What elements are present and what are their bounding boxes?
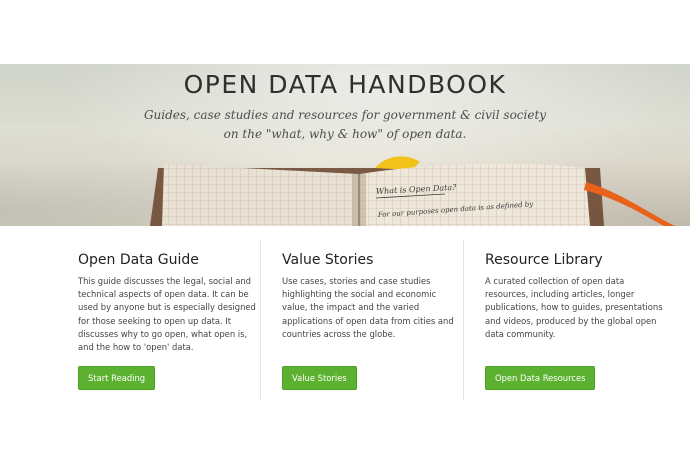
value-stories-card: Value Stories Use cases, stories and cas… [282, 240, 462, 400]
hero-subtitle: Guides, case studies and resources for g… [120, 106, 570, 144]
open-data-resources-button[interactable]: Open Data Resources [485, 366, 596, 390]
hero-banner: What is Open Data? For our purposes open… [0, 64, 690, 226]
hero-subtitle-line-2: on the "what, why & how" of open data. [223, 127, 467, 141]
card-description: Use cases, stories and case studies high… [282, 276, 454, 339]
column-divider [260, 240, 261, 400]
start-reading-button[interactable]: Start Reading [78, 366, 156, 390]
resource-library-card: Resource Library A curated collection of… [485, 240, 665, 400]
card-title: Value Stories [282, 252, 374, 268]
card-description: This guide discusses the legal, social a… [78, 276, 256, 353]
card-title: Resource Library [485, 252, 603, 268]
value-stories-button[interactable]: Value Stories [282, 366, 357, 390]
card-title: Open Data Guide [78, 252, 199, 268]
open-data-guide-card: Open Data Guide This guide discusses the… [78, 240, 258, 400]
hero-subtitle-line-1: Guides, case studies and resources for g… [143, 108, 547, 122]
column-divider [463, 240, 464, 400]
page-title: OPEN DATA HANDBOOK [183, 70, 507, 99]
page: What is Open Data? For our purposes open… [0, 0, 690, 460]
card-description: A curated collection of open data resour… [485, 276, 663, 339]
feature-columns: Open Data Guide This guide discusses the… [58, 240, 666, 400]
